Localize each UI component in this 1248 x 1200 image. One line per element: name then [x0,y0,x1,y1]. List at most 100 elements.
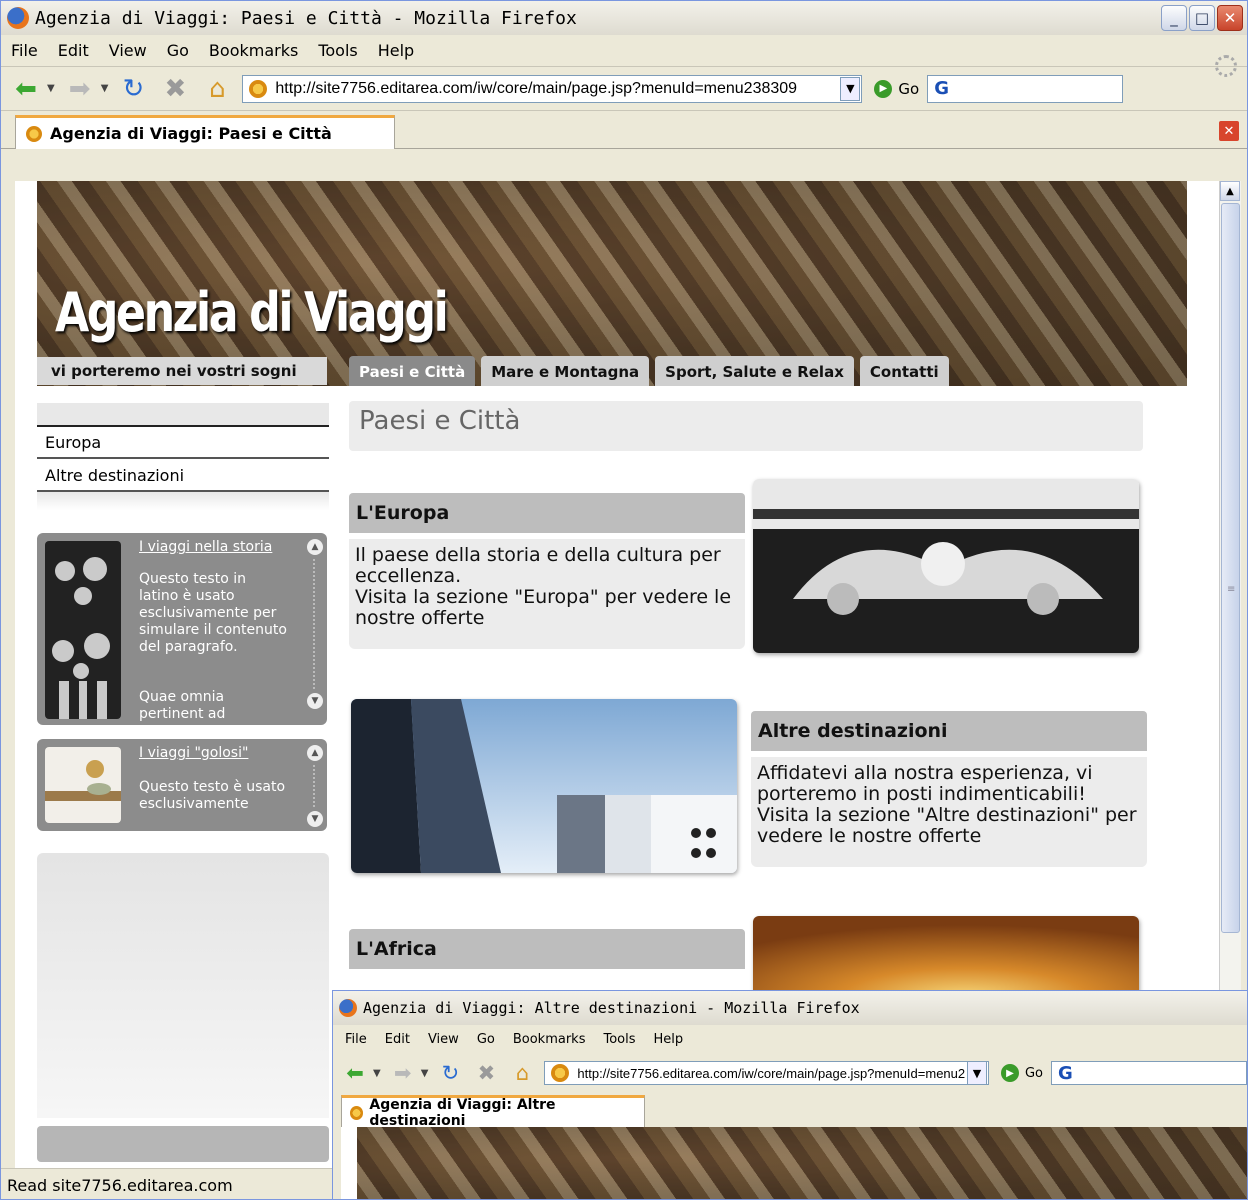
scroll-up-arrow-icon[interactable]: ▲ [1220,181,1240,201]
tab-favicon-icon [26,125,42,142]
tab-paesi-e-citta[interactable]: Paesi e Città [349,356,476,386]
forward-dropdown-icon[interactable]: ▼ [421,1068,429,1079]
forward-dropdown-icon[interactable]: ▼ [101,83,109,94]
go-button-2[interactable]: ▶ Go [1000,1064,1043,1082]
scroll-down-icon[interactable]: ▼ [307,693,323,709]
maximize-button[interactable]: □ [1189,5,1215,31]
menu-bookmarks[interactable]: Bookmarks [209,41,298,60]
tab-sport-salute-relax[interactable]: Sport, Salute e Relax [655,356,854,386]
news-text-storia: Questo testo in latino è usato esclusiva… [139,571,287,655]
stop-icon[interactable]: ✖ [158,72,192,106]
window-title-2: Agenzia di Viaggi: Altre destinazioni - … [363,999,860,1017]
menu-file[interactable]: File [11,41,38,60]
navigation-toolbar-2: ⬅ ▼ ➡ ▼ ↻ ✖ ⌂ ▼ ▶ Go G [333,1053,1247,1093]
back-arrow-icon[interactable]: ⬅ [9,72,43,106]
address-bar[interactable]: ▼ [242,74,863,103]
reload-icon[interactable]: ↻ [116,72,150,106]
stop-icon[interactable]: ✖ [472,1059,500,1087]
site-logo[interactable]: Agenzia di Viaggi [55,281,449,344]
news-scroller-2[interactable]: ▲ ▼ [307,745,323,827]
tab-label-2: Agenzia di Viaggi: Altre destinazioni [369,1096,556,1129]
site-favicon-icon [249,79,268,98]
sidebar-empty-box [37,853,329,1118]
site-favicon-icon [551,1064,570,1082]
tab-current[interactable]: Agenzia di Viaggi: Paesi e Città [15,115,395,149]
sidebar-item-altre-destinazioni[interactable]: Altre destinazioni [37,460,329,492]
search-input[interactable]: G [927,74,1124,103]
menu-bar-2: File Edit View Go Bookmarks Tools Help [333,1025,1247,1053]
news-text-storia-more: Quae omnia pertinent ad [139,689,226,722]
back-dropdown-icon[interactable]: ▼ [373,1068,381,1079]
news-image-food [45,747,121,823]
firefox-logo-icon [7,7,29,29]
google-logo-icon: G [1058,1062,1073,1084]
url-input-2[interactable] [575,1064,967,1082]
menu-tools[interactable]: Tools [318,41,357,60]
url-dropdown-icon[interactable]: ▼ [840,76,861,101]
menu-edit[interactable]: Edit [58,41,89,60]
url-input[interactable] [273,78,841,99]
news-text-golosi: Questo testo è usato esclusivamente [139,779,286,812]
page-title: Paesi e Città [349,401,1143,451]
tab-bar-2: Agenzia di Viaggi: Altre destinazioni [333,1093,1247,1129]
browser-window-2[interactable]: Agenzia di Viaggi: Altre destinazioni - … [332,990,1248,1200]
menu-edit-2[interactable]: Edit [385,1032,410,1047]
scroll-track[interactable] [313,765,317,807]
scroll-up-icon[interactable]: ▲ [307,539,323,555]
section-body-europa: Il paese della storia e della cultura pe… [349,539,745,649]
scroll-down-icon[interactable]: ▼ [307,811,323,827]
news-box-golosi: I viaggi "golosi" Questo testo è usato e… [37,739,327,831]
sidebar-item-europa[interactable]: Europa [37,427,329,459]
throbber-icon [1215,55,1237,77]
tab-label: Agenzia di Viaggi: Paesi e Città [50,124,332,143]
close-button[interactable]: ✕ [1217,5,1243,31]
menu-tools-2[interactable]: Tools [603,1032,635,1047]
scroll-track[interactable] [313,559,317,689]
scroll-thumb[interactable]: ≡ [1221,203,1240,933]
close-tab-icon[interactable]: ✕ [1219,121,1239,141]
minimize-button[interactable]: _ [1161,5,1187,31]
tab-current-2[interactable]: Agenzia di Viaggi: Altre destinazioni [341,1095,645,1129]
go-arrow-icon: ▶ [874,79,893,98]
window-title: Agenzia di Viaggi: Paesi e Città - Mozil… [35,7,577,29]
menu-bookmarks-2[interactable]: Bookmarks [513,1032,586,1047]
forward-arrow-icon[interactable]: ➡ [63,72,97,106]
go-button[interactable]: ▶ Go [874,79,919,98]
back-arrow-icon[interactable]: ⬅ [341,1059,369,1087]
menu-view[interactable]: View [109,41,147,60]
scroll-up-icon[interactable]: ▲ [307,745,323,761]
navigation-toolbar: ⬅ ▼ ➡ ▼ ↻ ✖ ⌂ ▼ ▶ Go G [1,67,1247,111]
google-logo-icon: G [934,78,949,99]
tab-contatti[interactable]: Contatti [859,356,949,386]
menu-help[interactable]: Help [378,41,414,60]
address-bar-2[interactable]: ▼ [544,1061,989,1085]
section-body-altre-destinazioni: Affidatevi alla nostra esperienza, vi po… [751,757,1147,867]
search-input-2[interactable]: G [1051,1061,1247,1085]
title-bar: Agenzia di Viaggi: Paesi e Città - Mozil… [1,1,1247,35]
tab-favicon-icon [350,1105,364,1120]
home-icon[interactable]: ⌂ [200,72,234,106]
url-dropdown-icon[interactable]: ▼ [966,1061,987,1085]
menu-view-2[interactable]: View [428,1032,459,1047]
tab-mare-e-montagna[interactable]: Mare e Montagna [481,356,650,386]
menu-go-2[interactable]: Go [477,1032,495,1047]
news-scroller[interactable]: ▲ ▼ [307,539,323,709]
news-image-column [45,541,121,719]
photo-capital [753,479,1139,653]
forward-arrow-icon[interactable]: ➡ [389,1059,417,1087]
section-title-africa: L'Africa [349,929,745,969]
menu-file-2[interactable]: File [345,1032,367,1047]
back-dropdown-icon[interactable]: ▼ [47,83,55,94]
reload-icon[interactable]: ↻ [436,1059,464,1087]
firefox-logo-icon [339,999,357,1017]
menu-help-2[interactable]: Help [654,1032,684,1047]
menu-go[interactable]: Go [167,41,189,60]
go-arrow-icon: ▶ [1000,1064,1019,1082]
news-title-storia[interactable]: I viaggi nella storia [139,539,272,555]
sidebar-bottom-bar [37,1126,329,1162]
photo-buildings [351,699,737,873]
news-title-golosi[interactable]: I viaggi "golosi" [139,745,248,761]
site-tagline: vi porteremo nei vostri sogni [37,357,327,385]
main-nav: Paesi e Città Mare e Montagna Sport, Sal… [349,356,949,386]
home-icon[interactable]: ⌂ [508,1059,536,1087]
